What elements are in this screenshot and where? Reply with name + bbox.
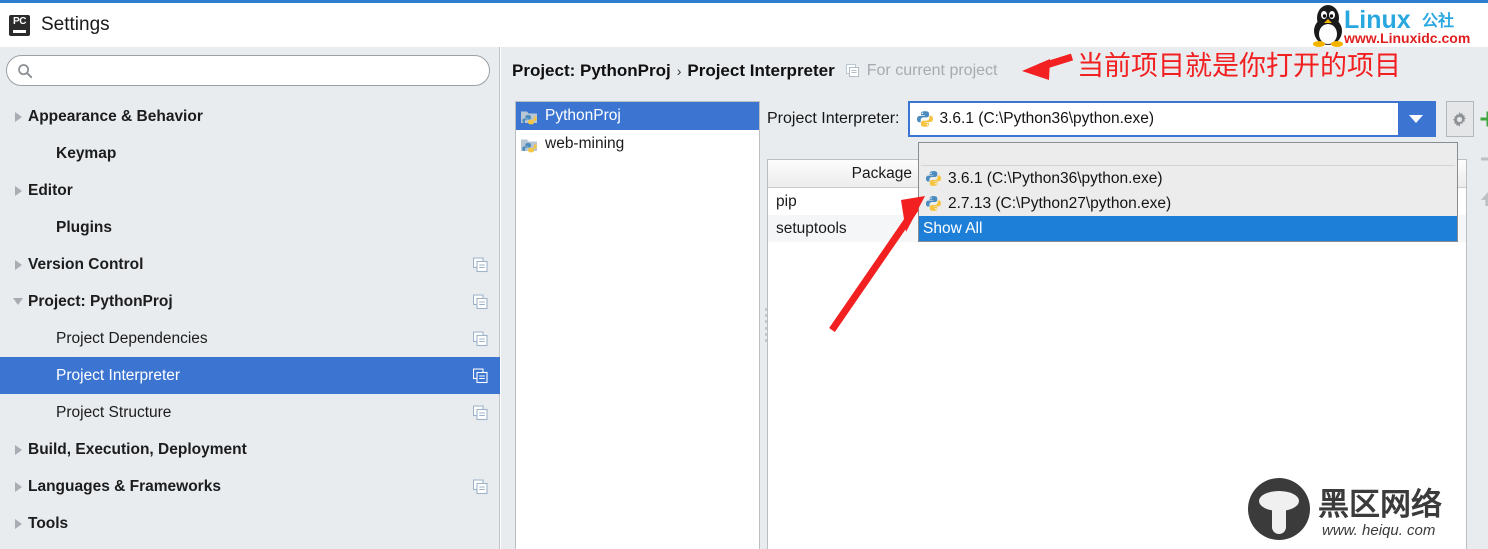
minus-icon (1478, 149, 1488, 174)
interpreter-selected-value: 3.6.1 (C:\Python36\python.exe) (939, 110, 1155, 127)
project-list-item[interactable]: web-mining (516, 130, 759, 158)
sidebar-item-editor[interactable]: Editor (0, 172, 500, 209)
chevron-right-icon[interactable] (8, 259, 28, 270)
sidebar-item-label: Editor (28, 181, 73, 199)
interpreter-settings-button[interactable] (1445, 101, 1474, 137)
chevron-right-icon[interactable] (8, 185, 28, 196)
copy-icon[interactable] (473, 405, 488, 420)
search-icon (18, 63, 33, 78)
chevron-right-icon[interactable] (8, 481, 28, 492)
sidebar-item-project-interpreter[interactable]: Project Interpreter (0, 357, 500, 394)
python-icon (916, 111, 933, 127)
up-arrow-icon (1478, 189, 1488, 214)
dropdown-option-label: 2.7.13 (C:\Python27\python.exe) (948, 194, 1172, 212)
copy-icon[interactable] (473, 479, 488, 494)
search-wrapper (6, 55, 490, 86)
add-package-button[interactable] (1474, 101, 1488, 141)
watermark-url: www. heiqu. com (1322, 522, 1435, 539)
watermark-brand-cn: 公社 (1422, 11, 1454, 30)
python-icon (925, 196, 942, 211)
sidebar-item-label: Plugins (56, 218, 112, 236)
watermark-heiqu: 黑区网络 www. heiqu. com (1246, 473, 1468, 545)
linux-penguin-icon (1313, 5, 1343, 47)
sidebar-item-label: Project: PythonProj (28, 292, 173, 310)
copy-icon[interactable] (473, 294, 488, 309)
breadcrumb-leaf: Project Interpreter (687, 61, 835, 80)
chevron-down-icon[interactable] (8, 298, 28, 305)
sidebar-item-label: Appearance & Behavior (28, 107, 203, 125)
settings-tree: Appearance & Behavior Keymap Editor Plugins… (0, 98, 500, 542)
sidebar-item-keymap[interactable]: Keymap (0, 135, 500, 172)
settings-window: PC Settings Appearance & Behavior Keymap E… (0, 0, 1488, 549)
sidebar-item-project-structure[interactable]: Project Structure (0, 394, 500, 431)
chevron-right-icon[interactable] (8, 518, 28, 529)
search-input[interactable] (40, 62, 460, 79)
breadcrumb-separator: › (676, 63, 682, 79)
chevron-right-icon[interactable] (8, 444, 28, 455)
sidebar-item-build-execution-deployment[interactable]: Build, Execution, Deployment (0, 431, 500, 468)
pc-icon-text: PC (13, 15, 26, 27)
window-title: Settings (41, 14, 110, 35)
interpreter-row: Project Interpreter: 3.6.1 (C:\Python36\… (767, 101, 1474, 137)
chevron-right-icon[interactable] (8, 111, 28, 122)
sidebar-item-version-control[interactable]: Version Control (0, 246, 500, 283)
dropdown-option[interactable]: 2.7.13 (C:\Python27\python.exe) (919, 191, 1457, 216)
watermark-linuxidc: Linux 公社 www.Linuxidc.com (1302, 0, 1488, 47)
project-list-item[interactable]: PythonProj (516, 102, 759, 130)
breadcrumb: Project: PythonProj › Project Interprete… (512, 61, 997, 81)
python-icon (925, 171, 942, 186)
breadcrumb-root[interactable]: Project: PythonProj (512, 61, 671, 81)
packages-toolbar (1472, 101, 1488, 549)
sidebar-item-label: Project Structure (56, 403, 172, 421)
copy-icon[interactable] (473, 368, 488, 383)
packages-column-header[interactable]: Package (768, 165, 918, 183)
python-project-folder-icon (521, 139, 537, 152)
sidebar-item-plugins[interactable]: Plugins (0, 209, 500, 246)
dropdown-show-all-item[interactable]: Show All (919, 216, 1457, 241)
interpreter-combobox[interactable]: 3.6.1 (C:\Python36\python.exe) (907, 101, 1436, 137)
breadcrumb-scope-note: For current project (866, 62, 998, 79)
title-bar: PC Settings (0, 3, 1488, 47)
dropdown-option[interactable]: 3.6.1 (C:\Python36\python.exe) (919, 166, 1457, 191)
project-list-item-label: web-mining (545, 135, 625, 152)
copy-icon[interactable] (473, 331, 488, 346)
copy-icon[interactable] (473, 257, 488, 272)
upgrade-package-button (1474, 181, 1488, 221)
gear-icon (1452, 111, 1467, 127)
dropdown-show-all-label: Show All (923, 219, 983, 237)
sidebar-item-project-dependencies[interactable]: Project Dependencies (0, 320, 500, 357)
chevron-down-icon[interactable] (1397, 103, 1434, 135)
sidebar-item-project-pythonproj[interactable]: Project: PythonProj (0, 283, 500, 320)
sidebar-item-label: Project Dependencies (56, 329, 208, 347)
mushroom-icon (1248, 478, 1310, 540)
watermark-url: www.Linuxidc.com (1343, 30, 1470, 46)
sidebar-item-label: Build, Execution, Deployment (28, 440, 247, 458)
sidebar-item-label: Tools (28, 514, 69, 532)
settings-sidebar: Appearance & Behavior Keymap Editor Plugins… (0, 47, 500, 549)
pc-icon-underline (13, 30, 26, 33)
sidebar-item-label: Languages & Frameworks (28, 477, 221, 495)
interpreter-label: Project Interpreter: (767, 110, 900, 127)
sidebar-item-label: Keymap (56, 144, 117, 162)
dropdown-option-label: 3.6.1 (C:\Python36\python.exe) (948, 169, 1163, 187)
sidebar-item-languages-frameworks[interactable]: Languages & Frameworks (0, 468, 500, 505)
plus-icon (1478, 109, 1488, 134)
remove-package-button (1474, 141, 1488, 181)
interpreter-dropdown-popup: 3.6.1 (C:\Python36\python.exe) 2.7.13 (C:… (918, 142, 1458, 242)
project-list: PythonProj web-mining (515, 101, 760, 549)
project-list-item-label: PythonProj (545, 107, 621, 124)
copy-icon (845, 64, 859, 77)
search-box[interactable] (6, 55, 490, 86)
dropdown-top-padding (919, 143, 1457, 165)
dropdown-options: 3.6.1 (C:\Python36\python.exe) 2.7.13 (C:… (919, 166, 1457, 216)
sidebar-item-label: Version Control (28, 255, 144, 273)
sidebar-item-tools[interactable]: Tools (0, 505, 500, 542)
watermark-brand-cn: 黑区网络 (1318, 487, 1442, 523)
sidebar-item-appearance-behavior[interactable]: Appearance & Behavior (0, 98, 500, 135)
python-project-folder-icon (521, 111, 537, 124)
pycharm-pc-icon: PC (9, 14, 30, 36)
sidebar-item-label: Project Interpreter (56, 366, 181, 384)
